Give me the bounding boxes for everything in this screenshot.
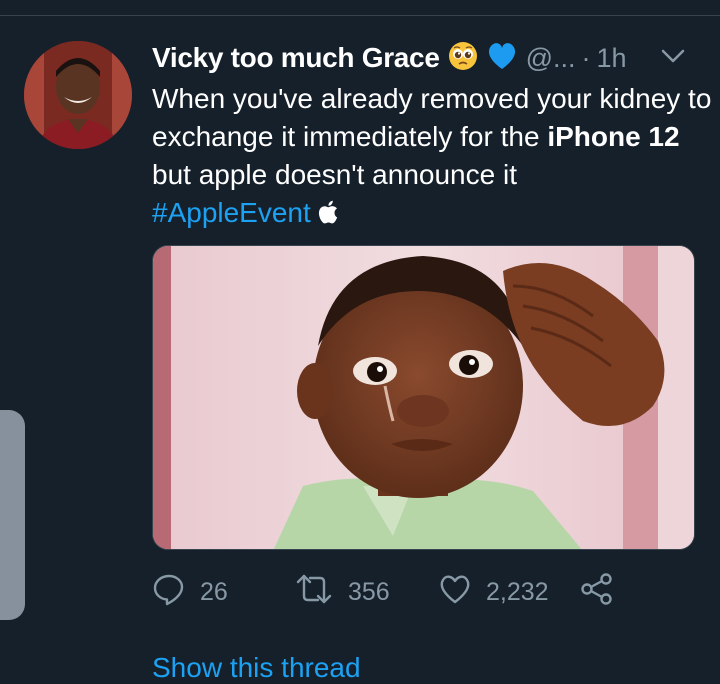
tweet-header: Vicky too much Grace @... · 1h bbox=[152, 38, 712, 78]
blue-heart-emoji bbox=[486, 41, 518, 76]
retweet-count: 356 bbox=[348, 577, 390, 606]
pleading-face-emoji bbox=[448, 41, 478, 76]
like-button[interactable]: 2,232 bbox=[438, 572, 549, 612]
tweet-media-image[interactable] bbox=[152, 245, 695, 550]
share-icon bbox=[580, 572, 614, 613]
apple-logo-icon bbox=[317, 197, 339, 235]
share-button[interactable] bbox=[580, 572, 614, 612]
separator-dot: · bbox=[581, 42, 591, 73]
tweet-text: When you've already removed your kidney … bbox=[152, 80, 712, 235]
side-panel-edge bbox=[0, 410, 25, 620]
timestamp[interactable]: 1h bbox=[597, 43, 627, 74]
tweet-text-part2: but apple doesn't announce it bbox=[152, 159, 517, 190]
display-name[interactable]: Vicky too much Grace bbox=[152, 42, 440, 74]
reply-icon bbox=[152, 572, 186, 613]
user-handle[interactable]: @... bbox=[526, 43, 576, 74]
top-divider bbox=[0, 15, 720, 16]
tweet-text-bold: iPhone 12 bbox=[547, 121, 680, 152]
retweet-icon bbox=[294, 572, 334, 613]
tweet-actions: 26 356 2,232 bbox=[152, 572, 632, 612]
retweet-button[interactable]: 356 bbox=[294, 572, 390, 612]
chevron-down-icon[interactable] bbox=[660, 46, 686, 71]
reply-button[interactable]: 26 bbox=[152, 572, 228, 612]
reply-count: 26 bbox=[200, 577, 228, 606]
heart-icon bbox=[438, 573, 472, 612]
avatar[interactable] bbox=[24, 41, 132, 149]
hashtag-link[interactable]: #AppleEvent bbox=[152, 197, 311, 228]
show-thread-link[interactable]: Show this thread bbox=[152, 652, 361, 684]
like-count: 2,232 bbox=[486, 577, 549, 606]
